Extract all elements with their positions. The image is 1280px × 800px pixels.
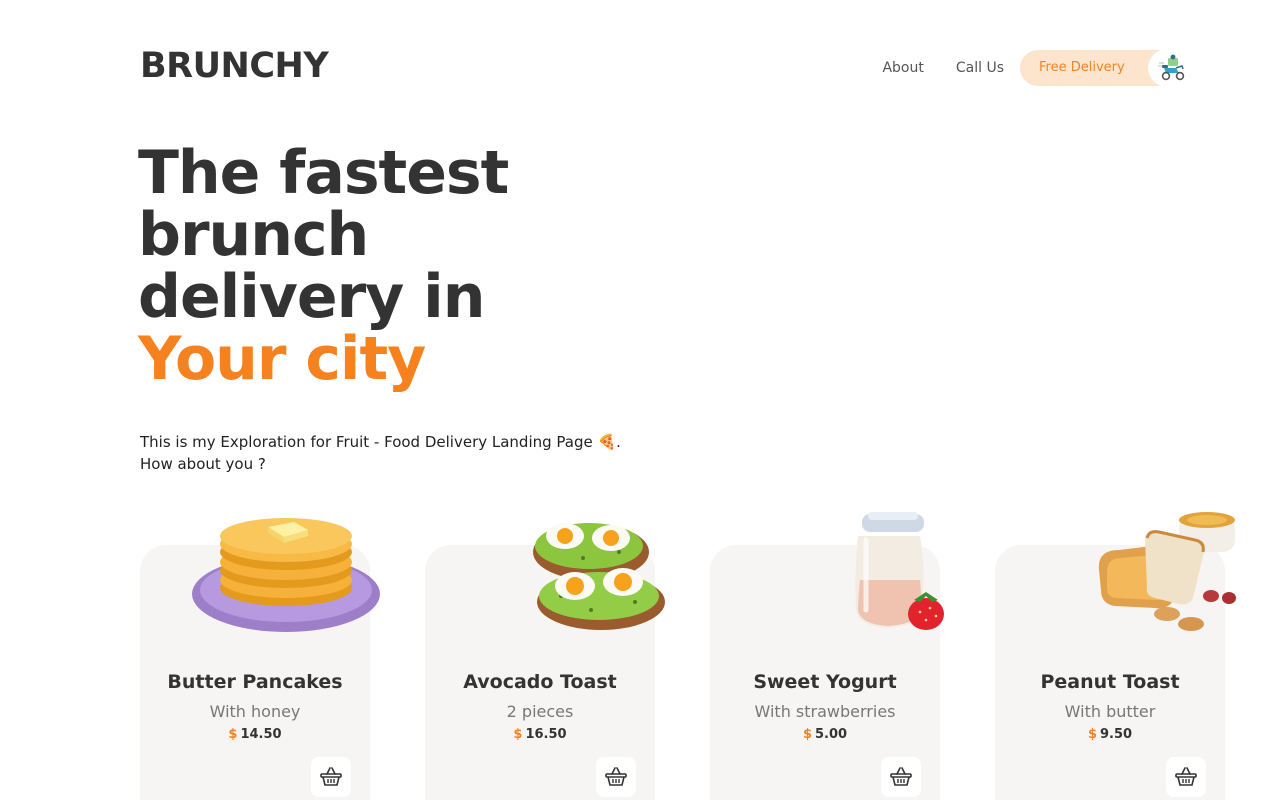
basket-icon (1175, 767, 1197, 786)
product-price: $9.50 (995, 727, 1225, 742)
product-detail: 2 pieces (506, 702, 574, 721)
price-currency: $ (228, 727, 238, 742)
product-name: Avocado Toast (463, 671, 617, 693)
hero-headline: The fastest brunch delivery in Your city (138, 138, 509, 394)
basket-icon (890, 767, 912, 786)
yogurt-jar-image (848, 510, 958, 639)
product-card-peanut-toast[interactable]: Peanut Toast With butter $9.50 (995, 512, 1236, 800)
product-price: $14.50 (140, 727, 370, 742)
product-price: $16.50 (425, 727, 655, 742)
price-value: 9.50 (1099, 727, 1133, 742)
pancakes-image (188, 510, 384, 639)
basket-icon (320, 767, 342, 786)
price-value: 14.50 (240, 727, 282, 742)
add-to-basket-button[interactable] (311, 757, 351, 797)
peanut-toast-image (1095, 510, 1240, 639)
price-currency: $ (802, 727, 812, 742)
price-value: 5.00 (814, 727, 848, 742)
product-price: $5.00 (710, 727, 940, 742)
product-card-avocado-toast[interactable]: Avocado Toast 2 pieces $16.50 (425, 523, 665, 800)
hero-line-1: The fastest (138, 138, 509, 208)
price-currency: $ (1087, 727, 1097, 742)
product-name: Sweet Yogurt (753, 671, 897, 693)
product-detail: With honey (209, 702, 301, 721)
intro-line-1: This is my Exploration for Fruit - Food … (140, 433, 621, 451)
basket-icon (605, 767, 627, 786)
product-detail: With strawberries (754, 702, 896, 721)
intro-line-2: How about you ? (140, 455, 266, 473)
delivery-scooter-icon (1148, 49, 1198, 87)
intro-text: This is my Exploration for Fruit - Food … (140, 431, 700, 475)
top-nav: About Call Us Free Delivery (882, 49, 1198, 87)
product-name: Peanut Toast (1040, 671, 1180, 693)
product-card-butter-pancakes[interactable]: Butter Pancakes With honey $14.50 (140, 518, 380, 800)
price-currency: $ (513, 727, 523, 742)
hero-line-3: delivery in (138, 262, 485, 332)
add-to-basket-button[interactable] (596, 757, 636, 797)
brand-logo[interactable]: BRUNCHY (140, 46, 329, 86)
product-card-sweet-yogurt[interactable]: Sweet Yogurt With strawberries $5.00 (710, 512, 944, 800)
free-delivery-label: Free Delivery (1039, 60, 1125, 75)
product-name: Butter Pancakes (167, 671, 343, 693)
free-delivery-button[interactable]: Free Delivery (1020, 49, 1198, 87)
nav-about-link[interactable]: About (882, 60, 923, 76)
price-value: 16.50 (525, 727, 567, 742)
hero-line-accent: Your city (138, 324, 426, 394)
avocado-toast-image (531, 510, 671, 639)
add-to-basket-button[interactable] (881, 757, 921, 797)
add-to-basket-button[interactable] (1166, 757, 1206, 797)
nav-call-us-link[interactable]: Call Us (956, 60, 1004, 76)
hero-line-2: brunch (138, 200, 369, 270)
product-detail: With butter (1064, 702, 1156, 721)
